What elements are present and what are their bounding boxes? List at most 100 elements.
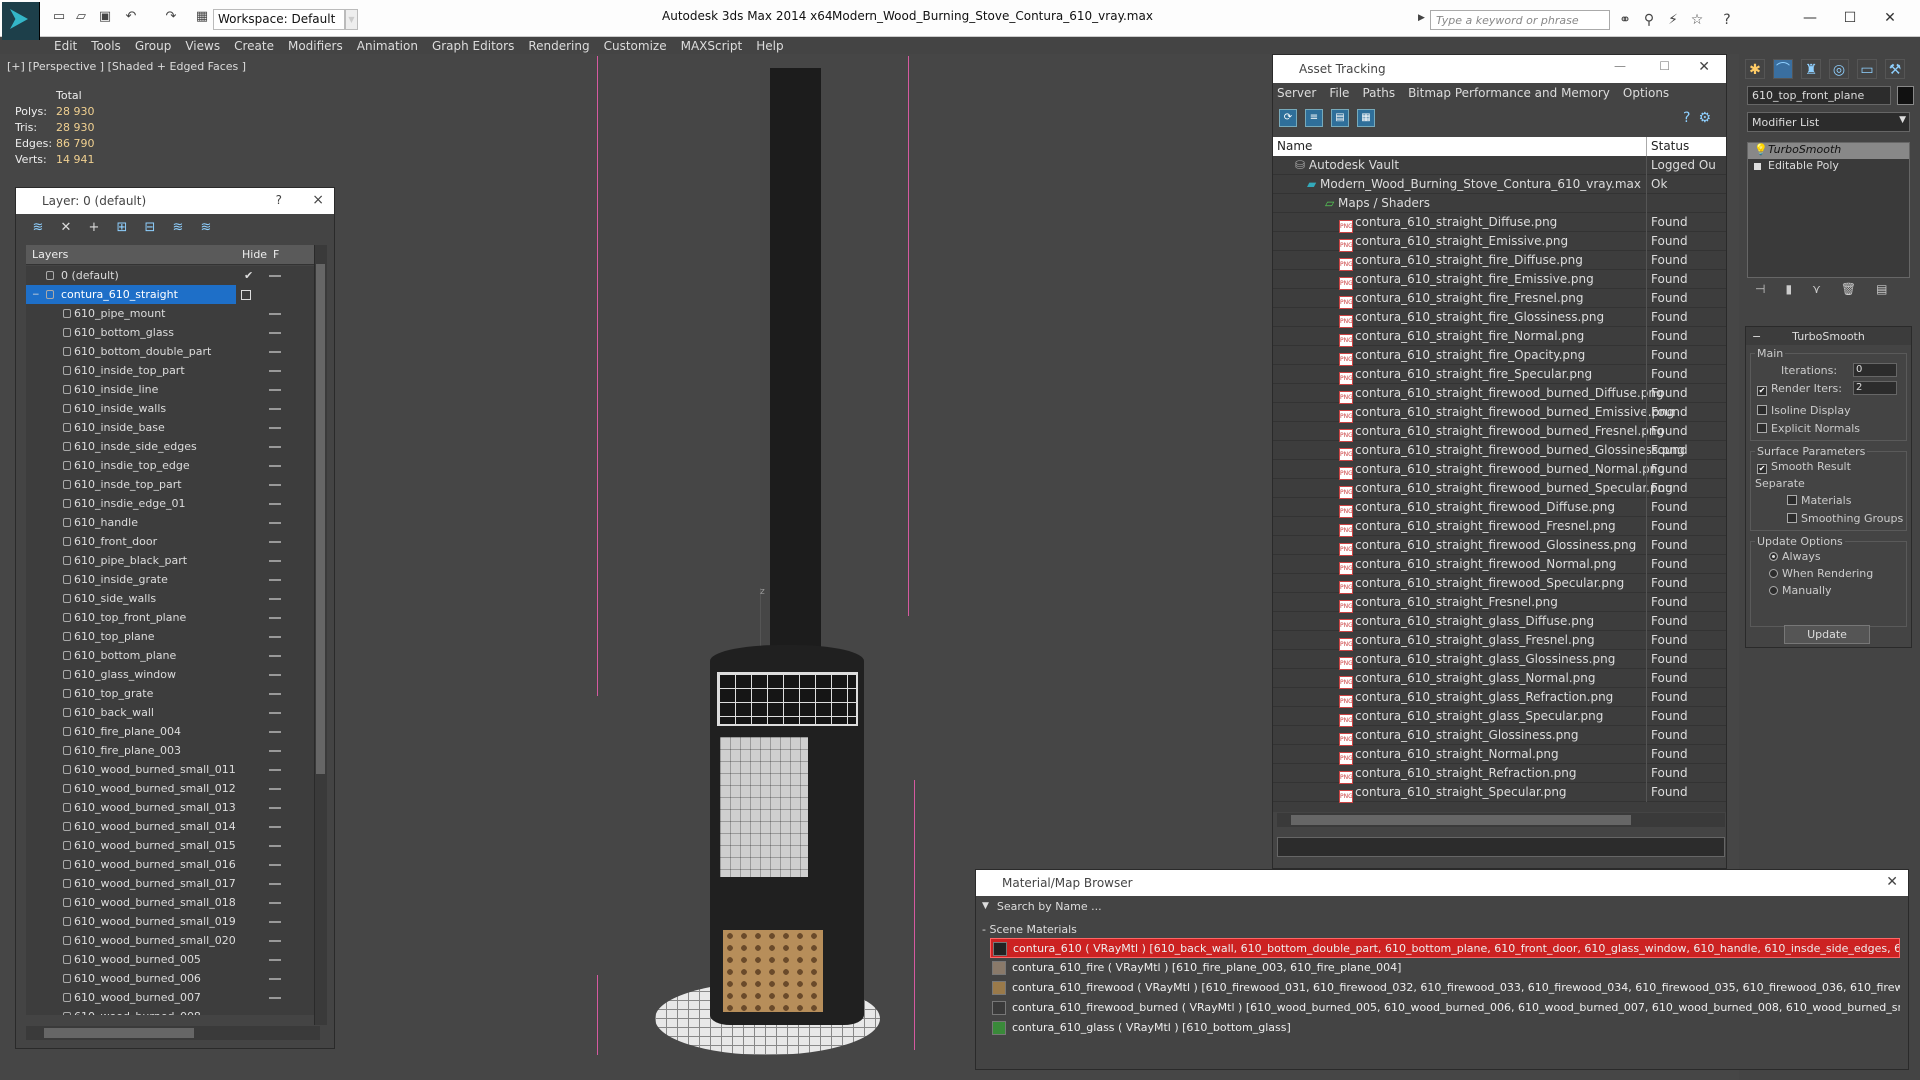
- layer-object-row[interactable]: 610_bottom_double_part: [26, 342, 314, 361]
- modifier-list-dropdown[interactable]: Modifier List ▼: [1747, 112, 1910, 132]
- column-freeze[interactable]: F: [273, 248, 279, 261]
- create-tab-icon[interactable]: ✱: [1745, 59, 1765, 79]
- asset-row-vault[interactable]: ⛁ Autodesk Vault Logged Ou: [1273, 156, 1726, 175]
- stove-pipe[interactable]: [770, 68, 821, 651]
- chevron-down-icon[interactable]: ▼: [982, 901, 989, 911]
- list-view-icon[interactable]: ≡: [1305, 109, 1323, 127]
- column-status[interactable]: Status: [1651, 139, 1689, 153]
- hide-toggle[interactable]: [269, 598, 281, 600]
- help-icon[interactable]: ?: [1718, 11, 1736, 29]
- hide-toggle[interactable]: [269, 427, 281, 429]
- asset-file-row[interactable]: PNG contura_610_straight_firewood_Diffuse…: [1273, 498, 1726, 518]
- subscription-icon[interactable]: ⚲: [1640, 11, 1658, 29]
- layer-object-row[interactable]: 610_front_door: [26, 532, 314, 551]
- materials-checkbox[interactable]: Materials: [1787, 494, 1851, 507]
- hide-toggle[interactable]: [269, 693, 281, 695]
- layer-object-row[interactable]: 610_insdie_top_edge: [26, 456, 314, 475]
- layer-object-row[interactable]: 610_wood_burned_006: [26, 969, 314, 988]
- material-row[interactable]: contura_610 ( VRayMtl ) [610_back_wall, …: [990, 938, 1900, 958]
- layer-object-row[interactable]: 610_bottom_plane: [26, 646, 314, 665]
- hide-toggle[interactable]: [269, 712, 281, 714]
- freeze-all-icon[interactable]: ≋: [198, 220, 214, 236]
- menu-bitmap-performance[interactable]: Bitmap Performance and Memory: [1408, 86, 1610, 100]
- hide-toggle[interactable]: [269, 484, 281, 486]
- asset-file-row[interactable]: PNG contura_610_straight_firewood_burned_…: [1273, 479, 1726, 499]
- current-layer-box[interactable]: [241, 289, 251, 300]
- new-file-icon[interactable]: ▭: [50, 9, 68, 25]
- remove-modifier-icon[interactable]: 🗑: [1841, 282, 1856, 302]
- layer-object-row[interactable]: 610_inside_grate: [26, 570, 314, 589]
- chevron-down-icon[interactable]: ▼: [345, 9, 358, 30]
- close-icon[interactable]: ✕: [1870, 6, 1910, 30]
- hide-toggle[interactable]: [269, 503, 281, 505]
- layer-object-row[interactable]: 610_inside_base: [26, 418, 314, 437]
- radio-dot[interactable]: [1769, 569, 1778, 578]
- asset-file-row[interactable]: PNG contura_610_straight_firewood_burned_…: [1273, 460, 1726, 480]
- utilities-tab-icon[interactable]: ⚒: [1885, 59, 1905, 79]
- help-icon[interactable]: ?: [1683, 110, 1690, 126]
- render-iters-spinner[interactable]: 2: [1853, 381, 1897, 395]
- scrollbar-thumb[interactable]: [44, 1028, 194, 1038]
- hide-toggle[interactable]: [269, 560, 281, 562]
- always-radio[interactable]: Always: [1769, 550, 1821, 563]
- layer-object-row[interactable]: 610_wood_burned_small_017: [26, 874, 314, 893]
- asset-titlebar[interactable]: Asset Tracking — ☐ ✕: [1273, 55, 1726, 83]
- asset-file-row[interactable]: PNG contura_610_straight_firewood_burned_…: [1273, 422, 1726, 442]
- layer-object-row[interactable]: 610_bottom_glass: [26, 323, 314, 342]
- asset-row-maps-folder[interactable]: ▱ Maps / Shaders: [1273, 194, 1726, 213]
- hide-toggle[interactable]: [269, 845, 281, 847]
- hide-toggle[interactable]: [269, 370, 281, 372]
- scrollbar-thumb[interactable]: [316, 264, 325, 774]
- settings-icon[interactable]: ⚙: [1698, 110, 1711, 126]
- column-layers[interactable]: Layers: [32, 248, 68, 261]
- layer-object-row[interactable]: 610_wood_burned_small_019: [26, 912, 314, 931]
- maximize-icon[interactable]: ☐: [1830, 6, 1870, 30]
- explicit-normals-checkbox[interactable]: Explicit Normals: [1757, 422, 1860, 435]
- modify-tab-icon[interactable]: ⌒: [1773, 59, 1793, 79]
- hide-toggle[interactable]: [269, 750, 281, 752]
- hide-toggle[interactable]: [269, 636, 281, 638]
- layer-object-row[interactable]: 610_insdie_edge_01: [26, 494, 314, 513]
- radio-dot[interactable]: [1769, 586, 1778, 595]
- hide-toggle[interactable]: [269, 674, 281, 676]
- close-icon[interactable]: ×: [312, 192, 324, 208]
- layer-object-row[interactable]: 610_insde_top_part: [26, 475, 314, 494]
- hide-toggle[interactable]: [269, 522, 281, 524]
- open-file-icon[interactable]: ▱: [72, 9, 90, 25]
- asset-file-row[interactable]: PNG contura_610_straight_firewood_Specula…: [1273, 574, 1726, 594]
- layer-row-contura[interactable]: − contura_610_straight: [26, 285, 251, 304]
- stove-glass-window[interactable]: [720, 737, 808, 877]
- hide-toggle[interactable]: [269, 389, 281, 391]
- asset-file-row[interactable]: PNG contura_610_straight_glass_Glossiness…: [1273, 650, 1726, 670]
- smooth-result-checkbox[interactable]: ✔ Smooth Result: [1757, 460, 1851, 474]
- hide-toggle[interactable]: [269, 313, 281, 315]
- favorites-star-icon[interactable]: ☆: [1688, 11, 1706, 29]
- asset-file-row[interactable]: PNG contura_610_straight_firewood_burned_…: [1273, 384, 1726, 404]
- configure-sets-icon[interactable]: ▤: [1876, 282, 1887, 302]
- radio-dot[interactable]: [1769, 552, 1778, 561]
- hide-toggle[interactable]: [269, 921, 281, 923]
- hide-toggle[interactable]: [269, 465, 281, 467]
- menu-animation[interactable]: Animation: [357, 39, 432, 53]
- asset-file-row[interactable]: PNG contura_610_straight_Diffuse.png Found: [1273, 213, 1726, 233]
- asset-file-row[interactable]: PNG contura_610_straight_Fresnel.png Found: [1273, 593, 1726, 613]
- hide-all-icon[interactable]: ≋: [170, 220, 186, 236]
- asset-file-row[interactable]: PNG contura_610_straight_fire_Diffuse.png…: [1273, 251, 1726, 271]
- layer-object-row[interactable]: 610_wood_burned_small_012: [26, 779, 314, 798]
- layer-object-row[interactable]: 610_wood_burned_small_020: [26, 931, 314, 950]
- keyword-search-input[interactable]: Type a keyword or phrase: [1430, 10, 1610, 30]
- hide-toggle[interactable]: [269, 959, 281, 961]
- close-icon[interactable]: ✕: [1886, 874, 1898, 890]
- asset-row-max-file[interactable]: ▰ Modern_Wood_Burning_Stove_Contura_610_…: [1273, 175, 1726, 194]
- layer-object-row[interactable]: 610_fire_plane_003: [26, 741, 314, 760]
- layer-object-row[interactable]: 610_wood_burned_small_011: [26, 760, 314, 779]
- checkbox-box[interactable]: ✔: [1757, 464, 1767, 474]
- motion-tab-icon[interactable]: ◎: [1829, 59, 1849, 79]
- collapse-icon[interactable]: −: [1752, 330, 1761, 343]
- menu-tools[interactable]: Tools: [91, 39, 135, 53]
- layer-object-row[interactable]: 610_glass_window: [26, 665, 314, 684]
- hide-toggle[interactable]: [269, 351, 281, 353]
- checkbox-box[interactable]: ✔: [1757, 386, 1767, 396]
- display-tab-icon[interactable]: ▭: [1857, 59, 1877, 79]
- iterations-spinner[interactable]: 0: [1853, 363, 1897, 377]
